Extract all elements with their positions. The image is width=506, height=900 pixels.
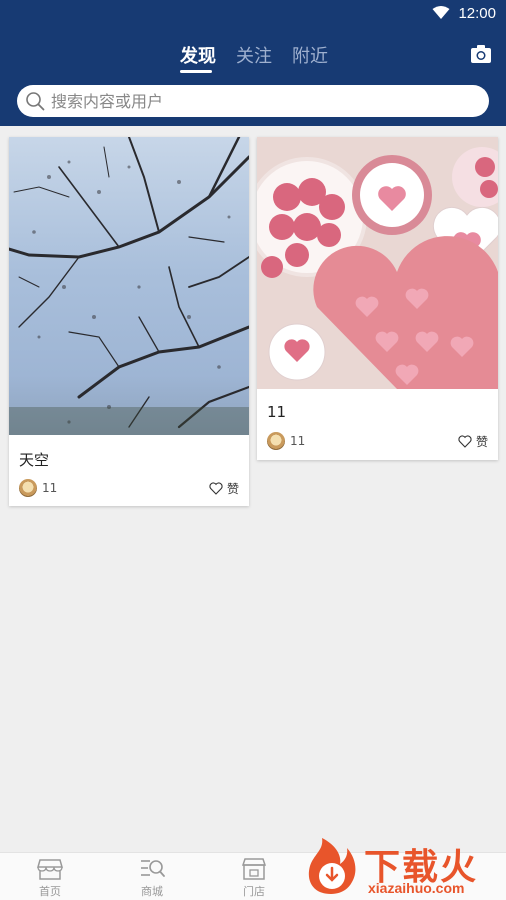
store-icon bbox=[37, 859, 63, 880]
top-tabs: 发现 关注 附近 bbox=[0, 42, 506, 76]
post-image bbox=[9, 137, 249, 435]
tabbar-item-store[interactable]: 门店 bbox=[214, 853, 294, 900]
feed-card[interactable]: 11 11 赞 bbox=[257, 137, 498, 460]
watermark-subtitle: xiazaihuo.com bbox=[368, 880, 465, 896]
like-label: 赞 bbox=[475, 435, 488, 449]
post-title: 天空 bbox=[19, 451, 50, 469]
avatar[interactable] bbox=[19, 479, 37, 497]
status-time: 12:00 bbox=[458, 5, 496, 22]
feed-card[interactable]: 天空 11 赞 bbox=[9, 137, 249, 506]
heart-icon bbox=[209, 482, 223, 495]
search-input[interactable] bbox=[51, 85, 471, 117]
post-username[interactable]: 11 bbox=[290, 434, 305, 448]
like-label: 赞 bbox=[226, 482, 239, 496]
camera-icon[interactable] bbox=[470, 44, 492, 64]
flame-logo-icon bbox=[308, 838, 356, 894]
watermark: 下载火 xiazaihuo.com bbox=[298, 832, 506, 900]
top-header: 12:00 发现 关注 附近 bbox=[0, 0, 506, 126]
search-bar[interactable] bbox=[17, 85, 489, 117]
status-bar: 12:00 bbox=[0, 0, 506, 28]
tabbar-label: 商城 bbox=[141, 885, 163, 898]
tab-nearby[interactable]: 附近 bbox=[292, 42, 328, 68]
tree-branches-image bbox=[9, 137, 249, 435]
post-title: 11 bbox=[267, 403, 287, 421]
post-username[interactable]: 11 bbox=[42, 481, 57, 495]
heart-icon bbox=[458, 435, 472, 448]
tabbar-item-mall[interactable]: 商城 bbox=[112, 853, 192, 900]
active-tab-indicator bbox=[180, 70, 212, 73]
post-image bbox=[257, 137, 498, 389]
tabbar-label: 门店 bbox=[243, 885, 265, 898]
tabbar-label: 首页 bbox=[39, 885, 61, 898]
tab-discover[interactable]: 发现 bbox=[180, 42, 216, 68]
like-button[interactable]: 赞 bbox=[458, 433, 488, 450]
search-icon bbox=[26, 92, 45, 111]
like-button[interactable]: 赞 bbox=[209, 480, 239, 497]
macaron-plates-image bbox=[257, 137, 498, 389]
tab-following[interactable]: 关注 bbox=[236, 42, 272, 68]
shop-icon bbox=[241, 858, 267, 880]
avatar[interactable] bbox=[267, 432, 285, 450]
wifi-icon bbox=[432, 6, 450, 19]
list-search-icon bbox=[141, 860, 165, 877]
tabbar-item-home[interactable]: 首页 bbox=[10, 853, 90, 900]
